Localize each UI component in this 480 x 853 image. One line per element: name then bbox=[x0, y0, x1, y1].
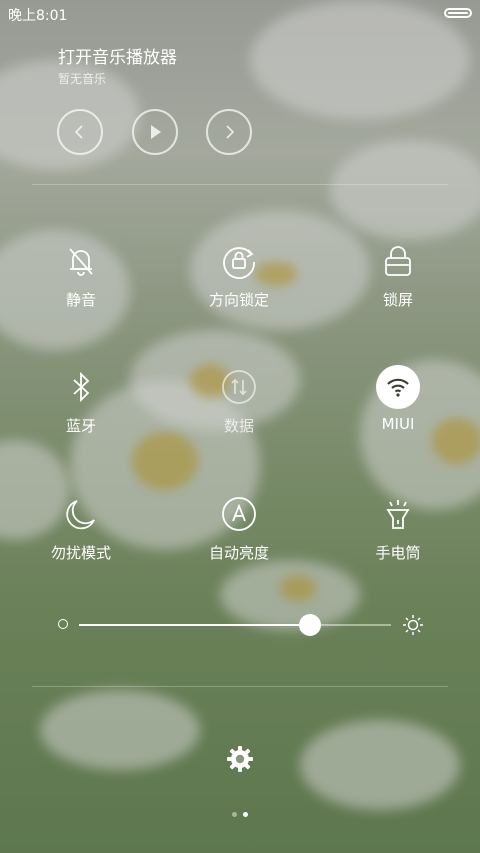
data-arrows-icon bbox=[222, 370, 256, 404]
music-subtitle: 暂无音乐 bbox=[58, 72, 107, 86]
toggle-label: 蓝牙 bbox=[65, 417, 96, 435]
divider bbox=[32, 184, 448, 185]
status-time: 晚上8:01 bbox=[8, 8, 68, 24]
toggle-mobile-data[interactable]: 数据 bbox=[179, 365, 299, 436]
toggle-label: 自动亮度 bbox=[208, 544, 269, 562]
chevron-right-icon bbox=[226, 125, 235, 139]
page-dot-active bbox=[243, 812, 248, 817]
toggle-do-not-disturb[interactable]: 勿扰模式 bbox=[21, 492, 141, 563]
circle-icon bbox=[58, 619, 68, 629]
toggle-label: 方向锁定 bbox=[208, 291, 269, 309]
toggle-label: 勿扰模式 bbox=[50, 544, 111, 562]
page-dot bbox=[232, 812, 237, 817]
lock-icon bbox=[385, 246, 411, 276]
brightness-slider[interactable] bbox=[79, 624, 391, 626]
toggle-bluetooth[interactable]: 蓝牙 bbox=[21, 365, 141, 436]
toggle-label: 静音 bbox=[65, 291, 96, 309]
previous-track-button[interactable] bbox=[57, 109, 103, 155]
chevron-left-icon bbox=[74, 125, 83, 139]
battery-icon bbox=[444, 8, 472, 18]
brightness-fill bbox=[79, 624, 310, 626]
music-title[interactable]: 打开音乐播放器 bbox=[58, 43, 177, 68]
toggle-wifi[interactable]: MIUI bbox=[338, 365, 458, 433]
play-icon bbox=[151, 125, 161, 139]
toggle-label: 数据 bbox=[223, 417, 254, 435]
toggle-rotation-lock[interactable]: 方向锁定 bbox=[179, 239, 299, 310]
moon-icon bbox=[66, 500, 95, 530]
toggle-label: MIUI bbox=[381, 415, 415, 433]
bluetooth-icon bbox=[73, 371, 90, 403]
play-button[interactable] bbox=[132, 109, 178, 155]
bell-off-icon bbox=[69, 248, 93, 276]
brightness-slider-handle[interactable] bbox=[298, 614, 321, 636]
auto-brightness-icon bbox=[222, 497, 256, 531]
toggle-auto-brightness[interactable]: 自动亮度 bbox=[179, 492, 299, 563]
toggle-flashlight[interactable]: 手电筒 bbox=[338, 492, 458, 563]
toggle-label: 手电筒 bbox=[375, 544, 421, 562]
sun-icon bbox=[403, 615, 423, 635]
divider bbox=[32, 686, 448, 687]
wifi-icon bbox=[387, 378, 409, 397]
toggle-lock-screen[interactable]: 锁屏 bbox=[338, 239, 458, 310]
toggle-label: 锁屏 bbox=[382, 291, 413, 309]
status-bar: 晚上8:01 bbox=[0, 0, 480, 28]
next-track-button[interactable] bbox=[206, 109, 252, 155]
page-indicator bbox=[0, 812, 480, 817]
toggle-mute[interactable]: 静音 bbox=[21, 239, 141, 310]
rotation-lock-icon bbox=[223, 247, 255, 279]
gear-icon[interactable] bbox=[225, 744, 255, 774]
flashlight-icon bbox=[386, 500, 410, 529]
